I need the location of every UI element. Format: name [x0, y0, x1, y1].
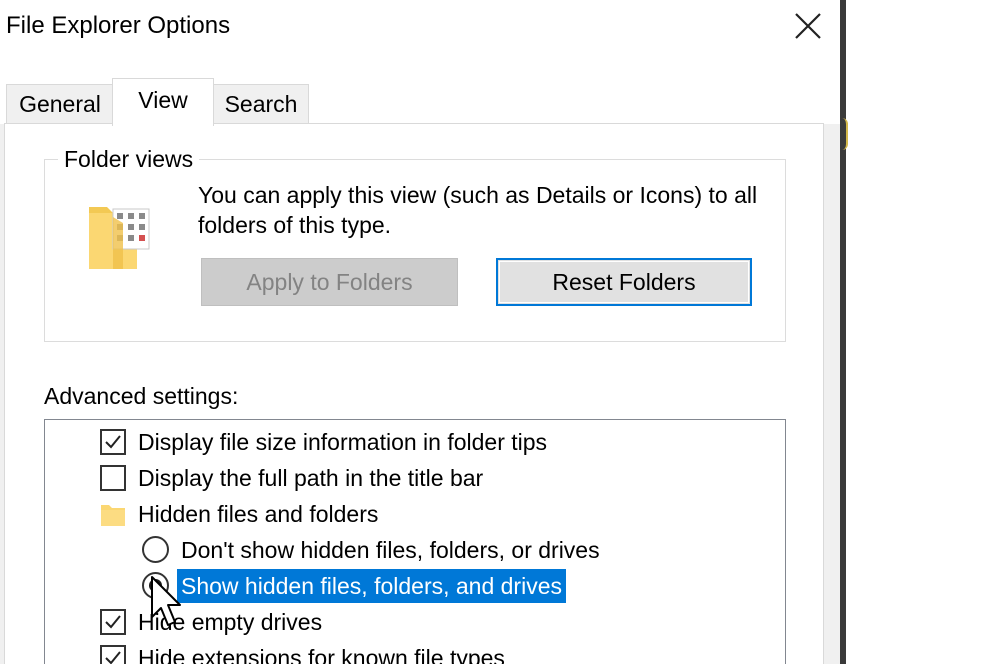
background-area — [842, 0, 995, 664]
item-label: Hidden files and folders — [138, 500, 379, 527]
item-label: Don't show hidden files, folders, or dri… — [181, 536, 600, 563]
list-item[interactable]: Show hidden files, folders, and drives — [45, 569, 745, 603]
item-label: Display file size information in folder … — [138, 428, 548, 455]
check-icon — [105, 651, 121, 664]
list-item: Hidden files and folders — [45, 497, 745, 531]
list-item[interactable]: Hide empty drives — [45, 605, 745, 639]
checkbox-hide-extensions[interactable] — [100, 645, 126, 664]
checkbox-file-size-tips[interactable] — [100, 429, 126, 455]
list-item[interactable]: Display the full path in the title bar — [45, 461, 745, 495]
radio-dont-show-hidden[interactable] — [142, 536, 169, 563]
check-icon — [105, 435, 121, 449]
folder-views-legend: Folder views — [58, 146, 200, 173]
window-border — [840, 0, 846, 664]
item-label: Display the full path in the title bar — [138, 464, 484, 491]
title-bar: File Explorer Options — [0, 0, 840, 56]
checkbox-hide-empty-drives[interactable] — [100, 609, 126, 635]
item-label: Hide empty drives — [138, 608, 323, 635]
apply-to-folders-button[interactable]: Apply to Folders — [201, 258, 458, 306]
tab-view[interactable]: View — [112, 78, 214, 126]
folder-views-description: You can apply this view (such as Details… — [198, 182, 758, 238]
list-item[interactable]: Display file size information in folder … — [45, 425, 745, 459]
radio-show-hidden[interactable] — [142, 572, 169, 599]
item-label: Hide extensions for known file types — [138, 644, 505, 664]
reset-folders-button[interactable]: Reset Folders — [496, 258, 752, 306]
background-fragment — [842, 118, 848, 150]
advanced-settings-list[interactable]: Display file size information in folder … — [44, 419, 786, 664]
folder-icon — [101, 505, 125, 526]
list-item[interactable]: Don't show hidden files, folders, or dri… — [45, 533, 745, 567]
item-label-selected: Show hidden files, folders, and drives — [177, 569, 566, 603]
check-icon — [105, 615, 121, 629]
dialog-title: File Explorer Options — [6, 12, 231, 39]
tab-general[interactable]: General — [6, 84, 114, 124]
radio-dot — [149, 579, 162, 592]
folder-views-icon — [89, 207, 150, 269]
close-button[interactable] — [780, 0, 836, 52]
close-icon — [795, 13, 821, 39]
list-item[interactable]: Hide extensions for known file types — [45, 641, 745, 664]
tab-search[interactable]: Search — [213, 84, 309, 124]
checkbox-full-path[interactable] — [100, 465, 126, 491]
advanced-settings-label: Advanced settings: — [44, 383, 239, 409]
file-explorer-options-dialog: File Explorer Options General View Searc… — [0, 0, 842, 664]
